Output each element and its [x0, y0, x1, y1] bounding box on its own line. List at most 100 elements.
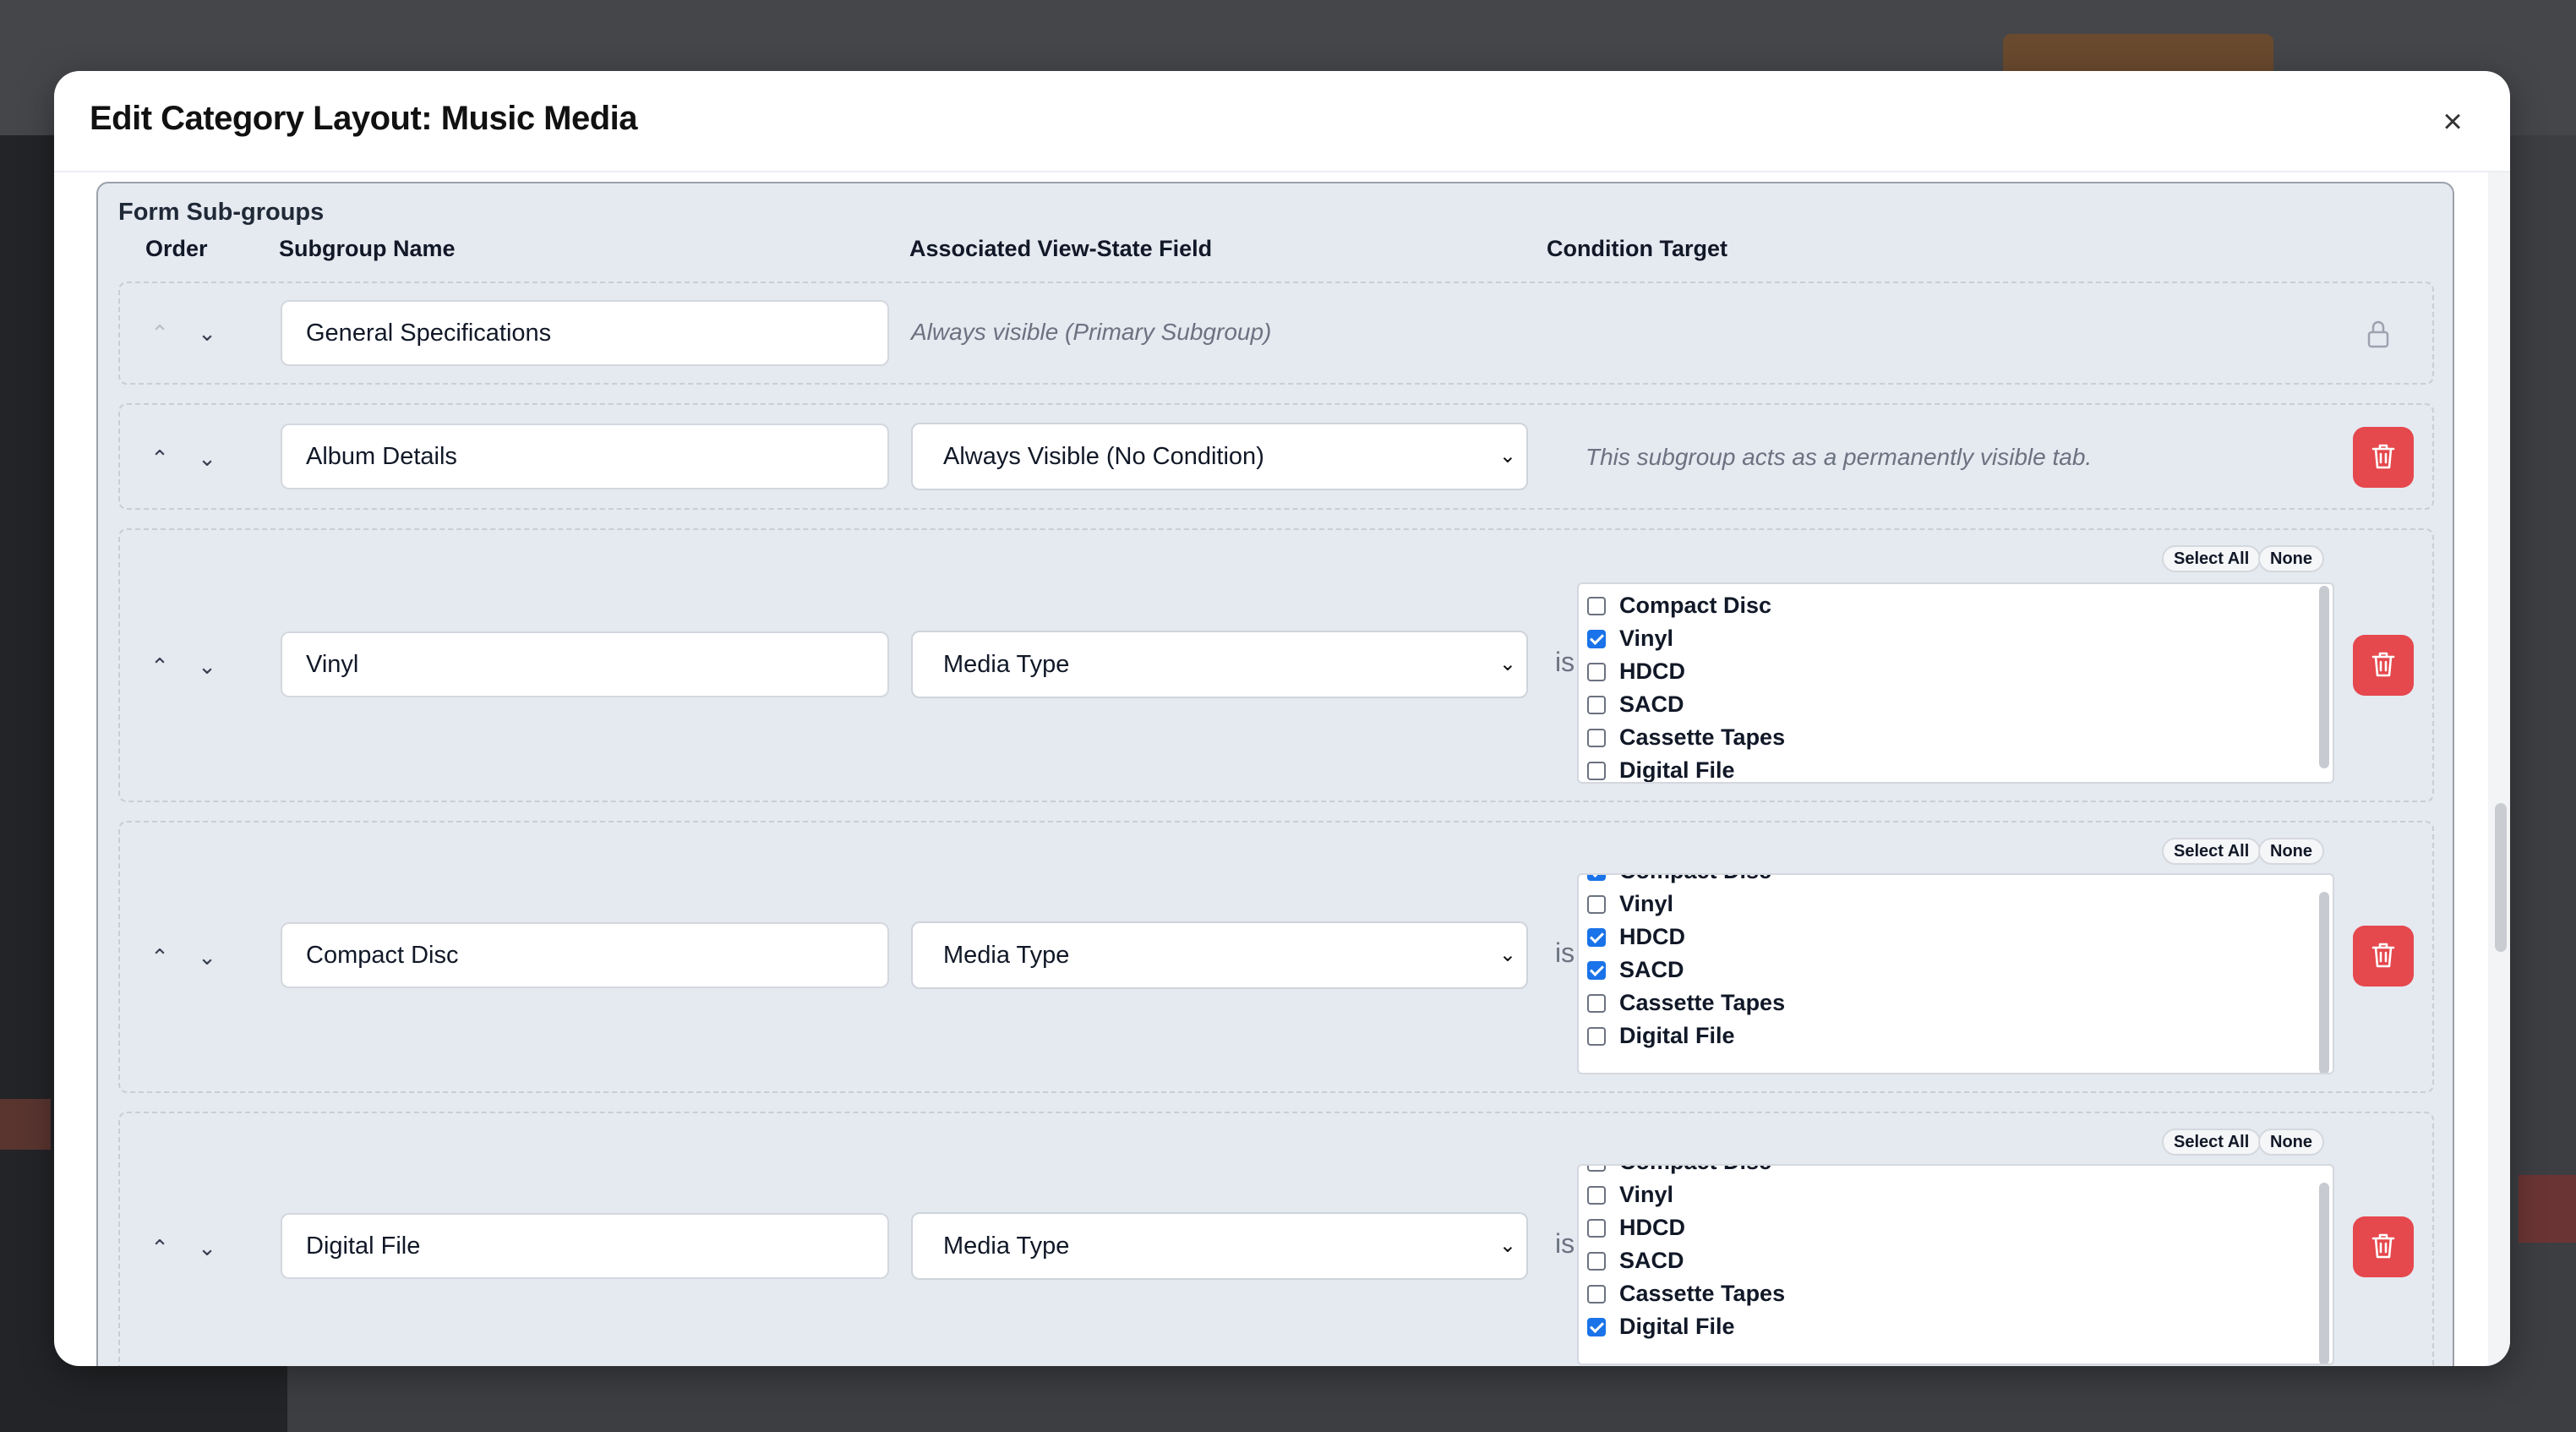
checkbox[interactable] — [1587, 875, 1606, 881]
option-label: HDCD — [1619, 1215, 1685, 1240]
chevron-up-icon[interactable]: ⌃ — [145, 1233, 174, 1262]
option-label: SACD — [1619, 1248, 1684, 1273]
option-item[interactable]: SACD — [1587, 954, 2314, 987]
subgroup-row-compact-disc: ⌃ ⌄ Compact Disc Media Type ⌄ is Select … — [118, 821, 2434, 1093]
chevron-down-icon[interactable]: ⌄ — [193, 444, 221, 473]
lock-icon — [2367, 320, 2389, 348]
option-item[interactable]: Cassette Tapes — [1587, 1277, 2314, 1310]
option-item[interactable]: Compact Disc — [1587, 1166, 2314, 1178]
modal-header: Edit Category Layout: Music Media × — [54, 71, 2510, 172]
checkbox[interactable] — [1587, 1284, 1606, 1304]
select-value: Media Type — [943, 942, 1070, 969]
chevron-up-icon: ⌃ — [150, 320, 169, 346]
primary-subgroup-note: Always visible (Primary Subgroup) — [911, 319, 1272, 345]
checkbox[interactable] — [1587, 695, 1606, 714]
checkbox[interactable] — [1587, 927, 1606, 947]
chevron-down-icon[interactable]: ⌄ — [193, 319, 221, 347]
option-item[interactable]: Compact Disc — [1587, 589, 2314, 622]
option-label: SACD — [1619, 957, 1684, 982]
chevron-down-icon[interactable]: ⌄ — [193, 652, 221, 680]
checkbox[interactable] — [1587, 1218, 1606, 1238]
option-item[interactable]: Digital File — [1587, 754, 2314, 782]
subgroup-name-input[interactable]: Digital File — [281, 1213, 889, 1279]
edit-category-modal: Edit Category Layout: Music Media × Form… — [54, 71, 2510, 1366]
option-label: Digital File — [1619, 1314, 1735, 1339]
option-item[interactable]: Digital File — [1587, 1019, 2314, 1052]
option-label: Cassette Tapes — [1619, 1281, 1786, 1306]
option-item[interactable]: Cassette Tapes — [1587, 987, 2314, 1019]
checkbox[interactable] — [1587, 960, 1606, 980]
delete-subgroup-button[interactable] — [2353, 635, 2414, 696]
option-label: Vinyl — [1619, 1182, 1674, 1207]
select-all-button[interactable]: Select All — [2162, 545, 2262, 572]
modal-scrollbar-thumb[interactable] — [2495, 803, 2507, 952]
list-scrollbar[interactable] — [2319, 1183, 2329, 1364]
checkbox[interactable] — [1587, 728, 1606, 747]
checkbox[interactable] — [1587, 993, 1606, 1013]
option-item[interactable]: SACD — [1587, 1244, 2314, 1277]
close-icon[interactable]: × — [2436, 105, 2470, 139]
trash-icon — [2371, 444, 2395, 469]
option-item[interactable]: Vinyl — [1587, 622, 2314, 655]
checkbox[interactable] — [1587, 596, 1606, 615]
trash-icon — [2371, 1233, 2395, 1259]
chevron-down-icon: ⌄ — [1498, 653, 1516, 675]
delete-subgroup-button[interactable] — [2353, 926, 2414, 987]
checkbox[interactable] — [1587, 1185, 1606, 1205]
checkbox[interactable] — [1587, 1166, 1606, 1172]
option-label: Compact Disc — [1619, 1166, 1771, 1175]
checkbox[interactable] — [1587, 1251, 1606, 1271]
checkbox[interactable] — [1587, 662, 1606, 681]
checkbox[interactable] — [1587, 1026, 1606, 1046]
option-item[interactable]: Vinyl — [1587, 888, 2314, 921]
view-state-field-select[interactable]: Media Type ⌄ — [911, 921, 1528, 989]
subgroup-row-vinyl: ⌃ ⌄ Vinyl Media Type ⌄ is Select All Non… — [118, 528, 2434, 802]
select-none-button[interactable]: None — [2258, 545, 2324, 572]
checkbox[interactable] — [1587, 894, 1606, 914]
option-item[interactable]: HDCD — [1587, 921, 2314, 954]
subgroup-name-input[interactable]: Vinyl — [281, 631, 889, 697]
condition-target-list[interactable]: Compact Disc Vinyl HDCD SACD Cassette Ta… — [1577, 873, 2334, 1074]
select-all-button[interactable]: Select All — [2162, 1129, 2262, 1156]
option-label: Cassette Tapes — [1619, 990, 1786, 1015]
subgroup-row-digital-file: ⌃ ⌄ Digital File Media Type ⌄ is Select … — [118, 1112, 2434, 1366]
checkbox-group: Compact Disc Vinyl HDCD SACD Cassette Ta… — [1587, 589, 2314, 782]
select-none-button[interactable]: None — [2258, 1129, 2324, 1156]
chevron-up-icon[interactable]: ⌃ — [145, 652, 174, 680]
chevron-down-icon[interactable]: ⌄ — [193, 1233, 221, 1262]
select-none-button[interactable]: None — [2258, 838, 2324, 865]
checkbox[interactable] — [1587, 1317, 1606, 1336]
view-state-field-select[interactable]: Media Type ⌄ — [911, 1212, 1528, 1280]
chevron-up-icon[interactable]: ⌃ — [145, 943, 174, 971]
view-state-field-select[interactable]: Media Type ⌄ — [911, 631, 1528, 698]
select-all-button[interactable]: Select All — [2162, 838, 2262, 865]
name-column-header: Subgroup Name — [279, 236, 456, 261]
delete-subgroup-button[interactable] — [2353, 427, 2414, 488]
checkbox[interactable] — [1587, 761, 1606, 780]
option-item[interactable]: Vinyl — [1587, 1178, 2314, 1211]
chevron-down-icon: ⌄ — [1498, 1234, 1516, 1257]
option-item[interactable]: HDCD — [1587, 1211, 2314, 1244]
condition-target-list[interactable]: Compact Disc Vinyl HDCD SACD Cassette Ta… — [1577, 582, 2334, 784]
field-column-header: Associated View-State Field — [909, 236, 1213, 261]
list-scrollbar[interactable] — [2319, 586, 2329, 768]
subgroup-name-input[interactable]: General Specifications — [281, 300, 889, 366]
option-item[interactable]: SACD — [1587, 688, 2314, 721]
condition-target-list[interactable]: Compact Disc Vinyl HDCD SACD Cassette Ta… — [1577, 1164, 2334, 1365]
checkbox[interactable] — [1587, 629, 1606, 648]
option-item[interactable]: Compact Disc — [1587, 875, 2314, 888]
subgroup-name-input[interactable]: Compact Disc — [281, 922, 889, 988]
view-state-field-select[interactable]: Always Visible (No Condition) ⌄ — [911, 423, 1528, 490]
list-scrollbar[interactable] — [2319, 892, 2329, 1073]
option-item[interactable]: HDCD — [1587, 655, 2314, 688]
select-value: Media Type — [943, 651, 1070, 678]
modal-scrollbar[interactable] — [2488, 172, 2510, 1366]
chevron-down-icon[interactable]: ⌄ — [193, 943, 221, 971]
option-item[interactable]: Cassette Tapes — [1587, 721, 2314, 754]
subgroup-name-input[interactable]: Album Details — [281, 424, 889, 489]
chevron-up-icon[interactable]: ⌃ — [145, 444, 174, 473]
option-label: Vinyl — [1619, 626, 1674, 651]
option-label: Cassette Tapes — [1619, 724, 1786, 750]
delete-subgroup-button[interactable] — [2353, 1216, 2414, 1277]
option-item[interactable]: Digital File — [1587, 1310, 2314, 1343]
